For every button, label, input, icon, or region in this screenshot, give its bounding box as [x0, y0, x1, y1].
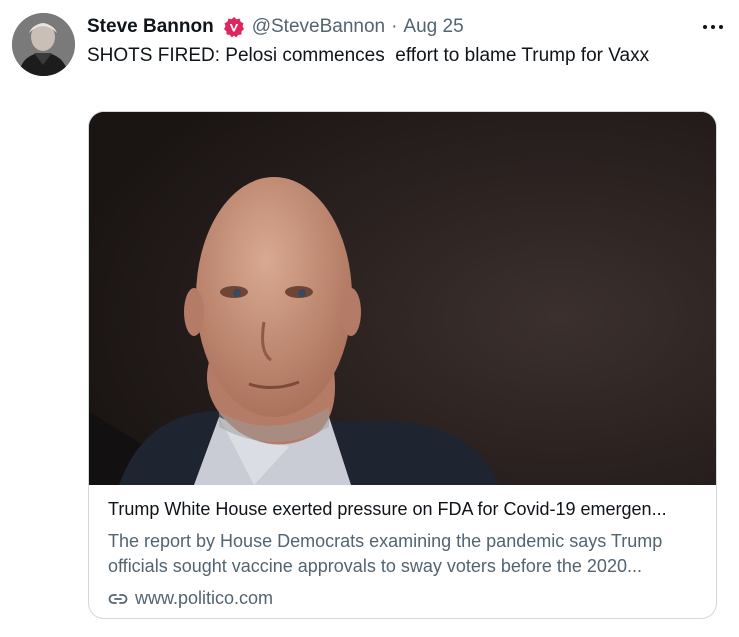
- card-title[interactable]: Trump White House exerted pressure on FD…: [108, 499, 698, 520]
- card-domain[interactable]: www.politico.com: [108, 588, 273, 609]
- tweet[interactable]: Steve Bannon @SteveBannon · Aug 25 SHOTS…: [0, 0, 739, 637]
- avatar[interactable]: [12, 13, 75, 76]
- more-horizontal-icon: [711, 25, 715, 29]
- card-description-line: The report by House Democrats examining …: [108, 531, 663, 551]
- card-description-line: officials sought vaccine approvals to sw…: [108, 556, 642, 576]
- tweet-date[interactable]: Aug 25: [403, 16, 463, 38]
- more-horizontal-icon: [703, 25, 707, 29]
- author-name[interactable]: Steve Bannon: [87, 16, 214, 38]
- verified-badge-icon: [223, 16, 245, 38]
- more-horizontal-icon: [719, 25, 723, 29]
- link-icon: [108, 589, 128, 609]
- tweet-header: Steve Bannon @SteveBannon · Aug 25: [87, 14, 464, 40]
- card-image: [89, 112, 716, 485]
- card-description: The report by House Democrats examining …: [108, 529, 698, 579]
- link-preview-card[interactable]: Trump White House exerted pressure on FD…: [88, 111, 717, 619]
- tweet-text: SHOTS FIRED: Pelosi commences effort to …: [87, 45, 650, 66]
- card-body: Trump White House exerted pressure on FD…: [89, 485, 716, 618]
- avatar-image: [12, 13, 75, 76]
- card-domain-text: www.politico.com: [135, 588, 274, 608]
- header-separator: ·: [391, 16, 398, 37]
- author-handle[interactable]: @SteveBannon: [252, 16, 385, 38]
- more-options-button[interactable]: [697, 14, 729, 40]
